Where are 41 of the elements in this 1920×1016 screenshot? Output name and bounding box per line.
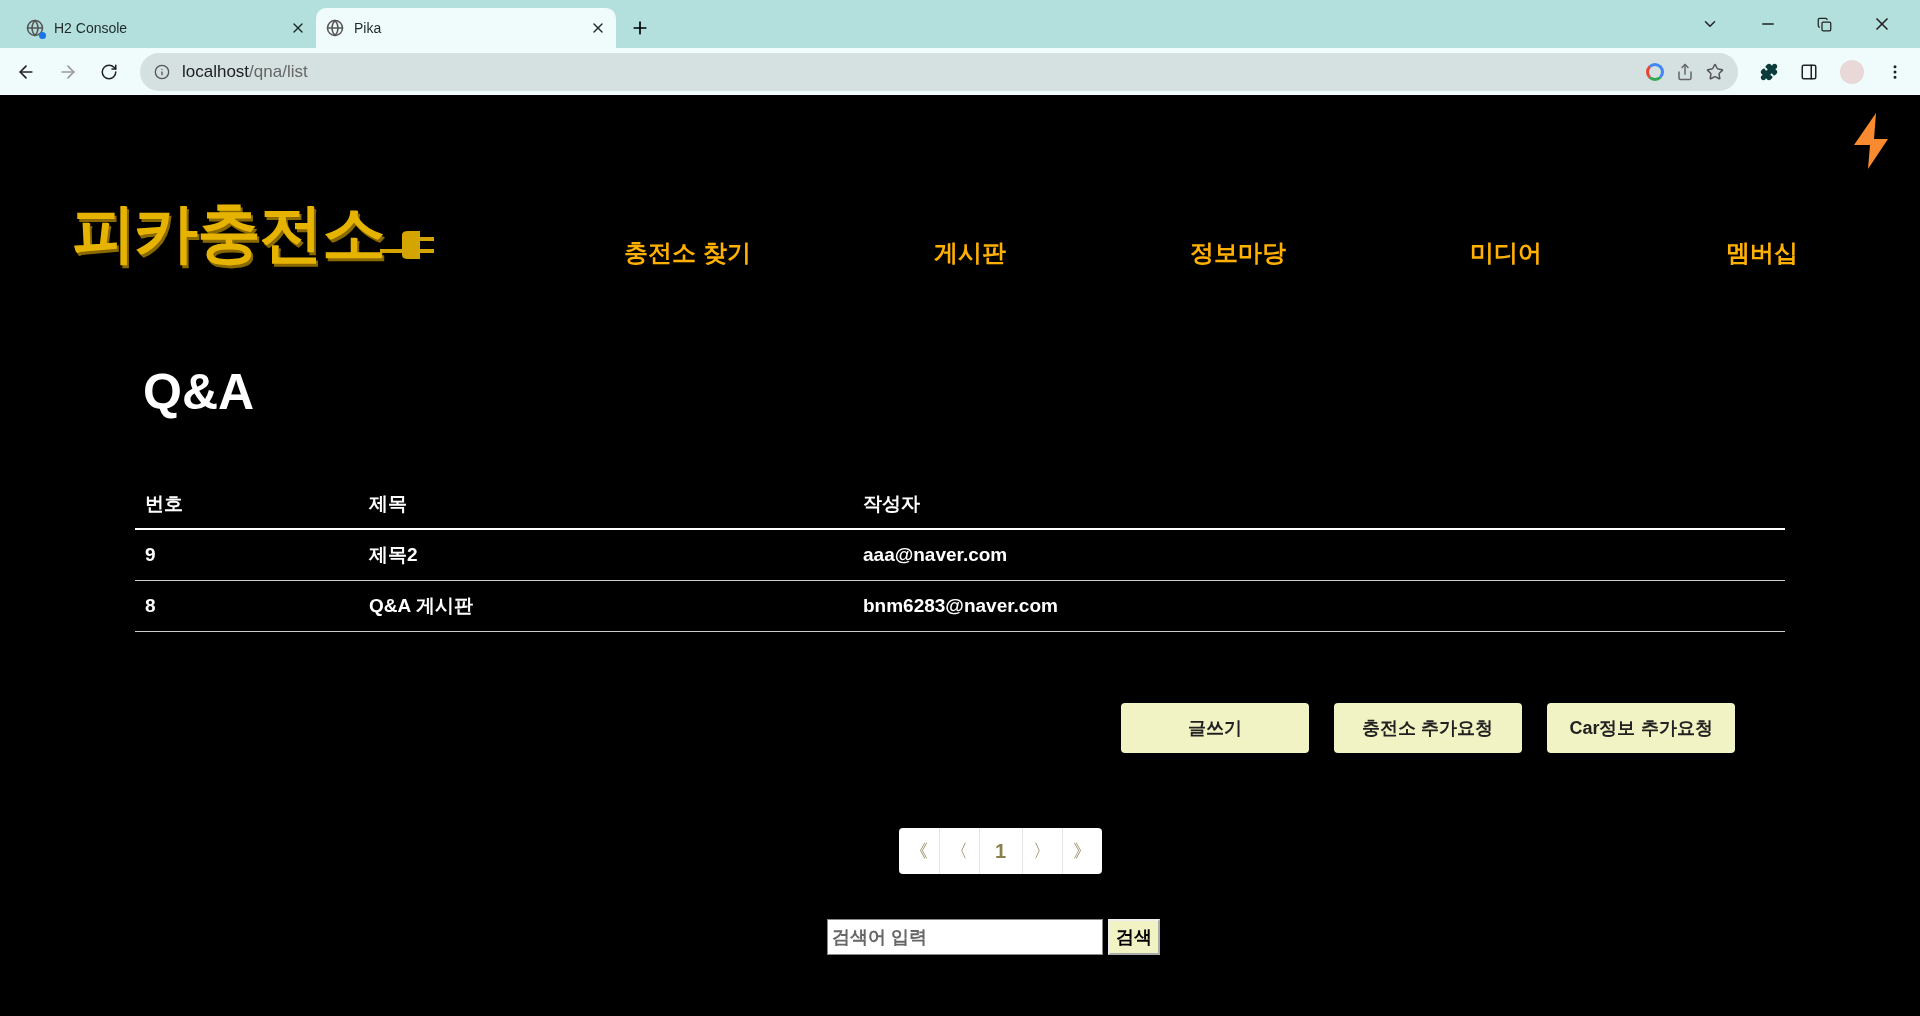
column-header: 제목 bbox=[369, 491, 408, 516]
search-button[interactable]: 검색 bbox=[1107, 919, 1160, 955]
share-icon[interactable] bbox=[1676, 62, 1694, 81]
action-button[interactable]: 충전소 추가요청 bbox=[1334, 703, 1522, 753]
address-bar[interactable]: localhost/qna/list bbox=[140, 52, 1738, 91]
nav-link[interactable]: 충전소 찾기 bbox=[623, 235, 751, 271]
globe-icon bbox=[26, 19, 44, 37]
restore-icon[interactable] bbox=[1817, 16, 1832, 32]
browser-tab[interactable]: H2 Console bbox=[16, 8, 316, 48]
table-cell[interactable]: Q&A 게시판 bbox=[369, 591, 863, 621]
nav-link[interactable]: 미디어 bbox=[1470, 235, 1543, 271]
nav-link[interactable]: 게시판 bbox=[934, 235, 1007, 271]
table-cell-text: aaa@naver.com bbox=[863, 542, 1009, 567]
page-link[interactable]: 《 bbox=[898, 828, 939, 874]
url-text: localhost/qna/list bbox=[182, 60, 309, 83]
page-title: Q&A bbox=[142, 363, 256, 422]
star-icon[interactable] bbox=[1706, 62, 1724, 81]
lightning-icon bbox=[1852, 111, 1890, 171]
page-link[interactable]: 1 bbox=[978, 828, 1022, 874]
nav-link[interactable]: 정보마당 bbox=[1190, 235, 1287, 271]
globe-icon bbox=[326, 19, 344, 37]
page-link[interactable]: 〈 bbox=[938, 828, 979, 874]
table-cell-text: 9 bbox=[145, 542, 157, 567]
action-button[interactable]: 글쓰기 bbox=[1121, 703, 1309, 753]
column-header: 작성자 bbox=[863, 491, 921, 516]
table-cell-text: bnm6283@naver.com bbox=[863, 593, 1059, 618]
info-icon bbox=[154, 63, 170, 80]
page-link[interactable]: 〉 bbox=[1021, 828, 1062, 874]
column-header: 번호 bbox=[145, 491, 184, 516]
tab-title: H2 Console bbox=[54, 18, 129, 38]
reload-icon[interactable] bbox=[100, 62, 118, 81]
search-field[interactable]: 검색어 입력 bbox=[826, 919, 1103, 955]
logo-text[interactable]: 피카충전소 bbox=[72, 201, 384, 265]
table-cell-text: 8 bbox=[145, 593, 157, 618]
side-panel-icon[interactable] bbox=[1800, 62, 1818, 81]
nav-link[interactable]: 멤버십 bbox=[1726, 235, 1799, 271]
action-button[interactable]: Car정보 추가요청 bbox=[1547, 703, 1735, 753]
browser-tab[interactable]: Pika bbox=[316, 8, 616, 48]
page-link[interactable]: 》 bbox=[1061, 828, 1102, 874]
tab-title: Pika bbox=[354, 18, 383, 38]
table-cell[interactable]: 제목2 bbox=[369, 540, 863, 570]
